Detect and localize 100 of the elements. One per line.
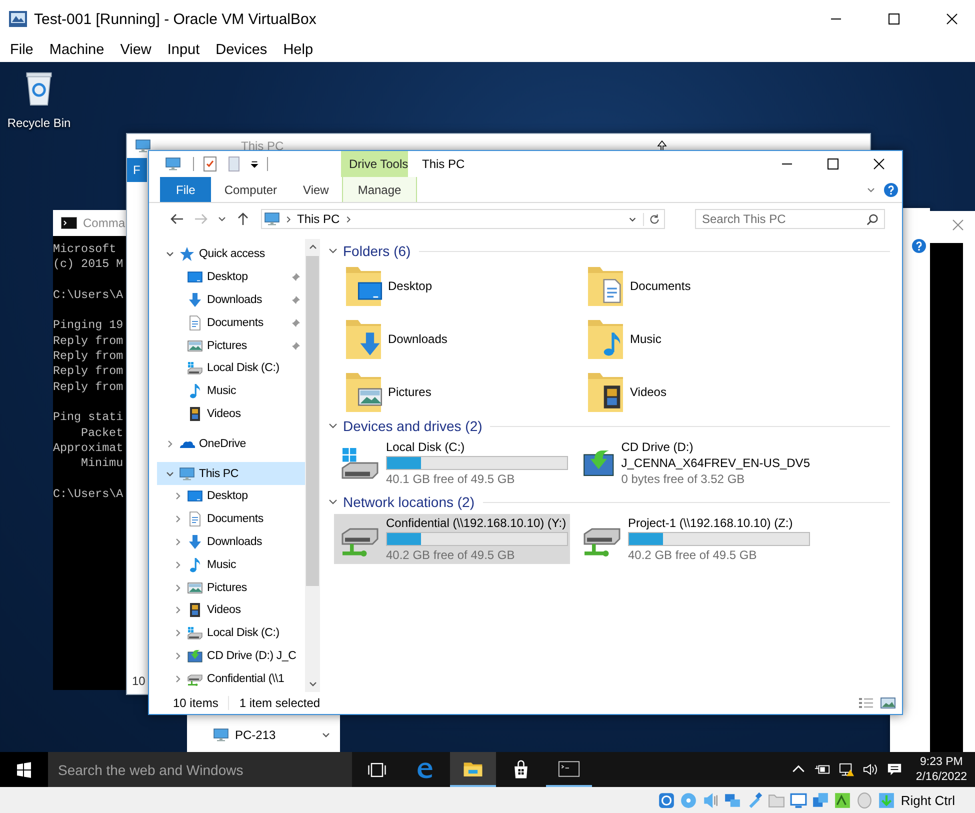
display-icon[interactable] (790, 792, 807, 808)
scroll-down-icon[interactable] (308, 679, 318, 689)
thumbnail-view-icon[interactable] (880, 696, 896, 710)
chevron-icon[interactable] (173, 536, 183, 547)
chevron-icon[interactable] (173, 628, 183, 638)
time-text: 9:23 PM (920, 754, 963, 770)
window-title: This PC (241, 139, 284, 153)
ribbon-tab[interactable]: Manage (342, 177, 418, 202)
nav-item[interactable]: Music (157, 380, 305, 403)
nav-item[interactable]: Desktop (157, 484, 305, 508)
desktop-shortcut[interactable]: Recycle Bin (4, 68, 74, 130)
chevron-icon[interactable] (173, 560, 183, 570)
nav-item[interactable]: This PC (157, 462, 305, 485)
folder-item[interactable]: Videos (586, 365, 828, 418)
refresh-icon[interactable] (643, 212, 661, 226)
network-icon[interactable] (724, 792, 741, 808)
drive-item[interactable]: CD Drive (D:) J_CENNA_X64FREV_EN-US_DV5 0 bytes free of 3.52 GB (576, 438, 812, 488)
speaker-icon[interactable] (862, 762, 879, 777)
cd-drive-icon (187, 648, 203, 664)
menu-item[interactable]: Devices (208, 42, 276, 58)
address-bar[interactable]: This PC (261, 209, 665, 229)
folder-item[interactable]: Documents (586, 259, 828, 312)
nav-item[interactable]: Confidential (\\1 (157, 667, 305, 690)
details-view-icon[interactable] (858, 696, 874, 710)
drive-name: CD Drive (D:) (621, 440, 694, 454)
section-header[interactable]: Devices and drives (2) (328, 418, 482, 434)
ribbon-tab[interactable]: Computer (211, 177, 290, 202)
network-warning-icon[interactable] (838, 762, 855, 777)
pin-icon[interactable] (291, 340, 301, 351)
nav-item[interactable]: CD Drive (D:) J_C (157, 644, 305, 668)
free-space-text: 40.2 GB free of 49.5 GB (386, 548, 516, 562)
pin-icon[interactable] (291, 294, 301, 305)
clock[interactable]: 9:23 PM 2/16/2022 (916, 754, 967, 784)
chevron-icon[interactable] (173, 582, 183, 593)
section-header[interactable]: Network locations (2) (328, 494, 474, 510)
folder-item[interactable]: Music (586, 312, 828, 365)
drive-item[interactable]: Project-1 (\\192.168.10.10) (Z:) 40.2 GB free of 49.5 GB (576, 514, 812, 564)
folder-item[interactable]: Downloads (344, 312, 586, 365)
chevron-icon[interactable] (173, 650, 183, 661)
search-field[interactable]: Search This PC (695, 209, 885, 229)
nav-item[interactable]: OneDrive (157, 432, 305, 456)
nav-item[interactable]: Local Disk (C:) (157, 622, 305, 645)
nav-item[interactable]: Pictures (157, 334, 305, 357)
breadcrumb-chevron-icon[interactable] (284, 214, 293, 224)
section-header[interactable]: Folders (6) (328, 243, 411, 259)
scroll-down-icon[interactable] (321, 730, 331, 740)
folder-item[interactable]: Pictures (344, 365, 586, 418)
windows-stack-icon[interactable] (812, 792, 829, 808)
nav-item[interactable]: Music (157, 553, 305, 576)
pin-icon[interactable] (291, 272, 301, 282)
chevron-icon[interactable] (173, 491, 183, 502)
console-line: Reply from (53, 334, 124, 350)
ribbon-tab[interactable]: F (127, 158, 147, 182)
start-button[interactable] (0, 752, 48, 787)
nav-item[interactable]: Pictures (157, 576, 305, 599)
nav-item[interactable]: Videos (157, 598, 305, 622)
audio-icon[interactable] (702, 792, 719, 808)
pin-icon[interactable] (291, 318, 301, 328)
nav-item[interactable]: Documents (157, 311, 305, 334)
nav-item[interactable]: Quick access (157, 243, 305, 266)
menu-item[interactable]: Help (275, 42, 322, 58)
recent-caret-icon[interactable] (217, 214, 227, 224)
console-line: Packet (80, 426, 124, 441)
chevron-icon[interactable] (173, 674, 183, 684)
menu-item[interactable]: File (2, 42, 42, 58)
nav-item[interactable]: PC-213 (213, 727, 276, 743)
ribbon-tab[interactable]: File (160, 177, 212, 202)
menu-item[interactable]: View (112, 42, 160, 58)
help-icon[interactable] (912, 239, 926, 253)
hard-drive-icon (187, 360, 203, 376)
download-arrow-icon (187, 292, 203, 308)
activity-icon[interactable] (834, 792, 851, 808)
chevron-icon[interactable] (173, 514, 183, 524)
console-line: C:\Users\A (53, 486, 124, 502)
taskbar-button[interactable] (450, 752, 496, 787)
scrollbar[interactable] (305, 239, 320, 692)
drive-item[interactable]: Local Disk (C:) 40.1 GB free of 49.5 GB (334, 438, 570, 488)
help-icon[interactable] (884, 182, 898, 196)
menu-item[interactable]: Machine (41, 42, 112, 58)
nav-item[interactable]: Videos (157, 402, 305, 426)
properties-icon[interactable] (202, 156, 218, 172)
menu-item[interactable]: Input (159, 42, 208, 58)
optical-disc-icon[interactable] (680, 792, 697, 808)
nav-item[interactable]: Local Disk (C:) (157, 356, 305, 380)
nav-item[interactable]: Downloads (157, 530, 305, 554)
date-text: 2/16/2022 (916, 770, 967, 784)
nav-item[interactable]: Downloads (157, 288, 305, 312)
drive-name: Project-1 (\\192.168.10.10) (Z:) (628, 516, 794, 530)
new-folder-icon[interactable] (226, 156, 242, 172)
chevron-icon[interactable] (165, 438, 175, 449)
ribbon-tab[interactable]: View (290, 177, 342, 202)
folder-item[interactable]: Desktop (344, 259, 586, 312)
breadcrumb[interactable]: This PC (297, 212, 340, 226)
chevron-icon[interactable] (173, 605, 183, 616)
nav-item[interactable]: Documents (157, 508, 305, 531)
drive-item[interactable]: Confidential (\\192.168.10.10) (Y:) 40.2 GB free of 49.5 GB (334, 514, 570, 564)
notification-icon[interactable] (886, 762, 903, 777)
console-line: Reply from (53, 380, 124, 395)
dropdown-icon[interactable] (250, 160, 259, 168)
nav-item[interactable]: Desktop (157, 266, 305, 289)
